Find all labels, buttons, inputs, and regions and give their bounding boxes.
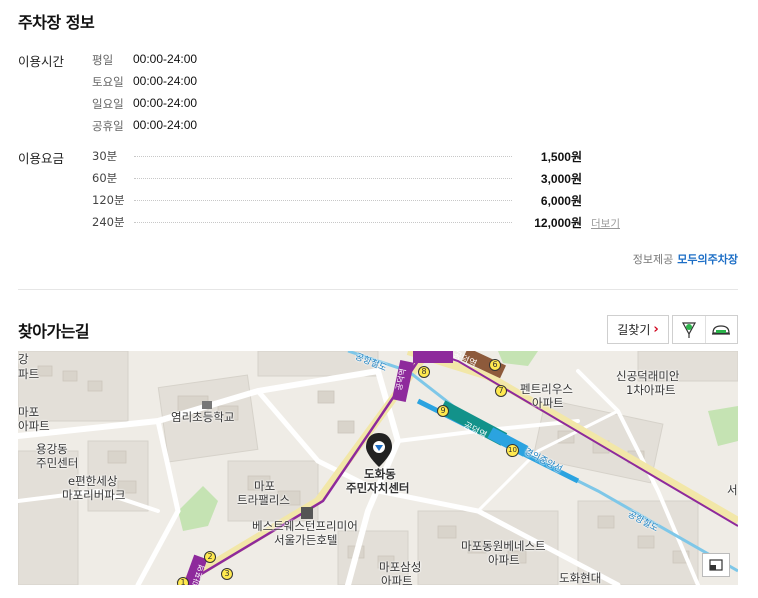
route-search-button[interactable]: 길찾기 › bbox=[607, 315, 669, 344]
map-place-label: 도화현대 bbox=[559, 571, 602, 585]
hours-day-weekday: 평일 bbox=[92, 53, 114, 67]
exit-number-badge: 10 bbox=[506, 444, 519, 457]
fee-row: 120분 6,000원 bbox=[92, 192, 582, 208]
map-place-label: 아파트 bbox=[381, 574, 413, 586]
exit-number-badge: 1 bbox=[177, 577, 189, 585]
map-place-label: e편한세상 bbox=[68, 474, 118, 488]
hours-time-saturday: 00:00-24:00 bbox=[133, 74, 198, 88]
fee-price: 12,000원 bbox=[534, 216, 582, 230]
map-place-label: 주민센터 bbox=[36, 456, 79, 470]
map-place-label: 마포 bbox=[18, 405, 40, 419]
fee-price: 6,000원 bbox=[540, 194, 582, 208]
parking-info-title: 주차장 정보 bbox=[18, 13, 95, 32]
location-map[interactable]: 2 3 1 6 7 8 9 10 공덕역 공덕역 공덕역 마포역 경의중앙선 공… bbox=[18, 351, 738, 585]
target-place-label: 주민자치센터 bbox=[346, 481, 410, 495]
map-place-label: 베스트웨스턴프리미어 bbox=[252, 519, 358, 533]
fee-row: 240분 12,000원 bbox=[92, 214, 582, 230]
map-place-label: 마포삼성 bbox=[379, 560, 422, 574]
provider-label: 정보제공 bbox=[632, 253, 674, 266]
fee-price: 1,500원 bbox=[540, 150, 582, 164]
parking-detail-panel: 주차장 정보 이용시간 평일 00:00-24:00 토요일 00:00-24:… bbox=[0, 0, 758, 598]
info-provider: 정보제공 모두의주차장 bbox=[633, 251, 738, 267]
map-place-label: 마포리버파크 bbox=[62, 488, 126, 502]
hours-day-holiday: 공휴일 bbox=[92, 119, 124, 133]
car-mode-button[interactable] bbox=[704, 316, 738, 343]
map-place-label: 아파트 bbox=[488, 553, 520, 567]
map-place-label: 1차아파트 bbox=[626, 383, 676, 397]
hours-time-sunday: 00:00-24:00 bbox=[133, 96, 198, 110]
fee-dotted-leader bbox=[134, 222, 512, 223]
chevron-right-icon: › bbox=[653, 322, 659, 337]
hours-label: 이용시간 bbox=[18, 54, 65, 69]
exit-number-badge: 9 bbox=[437, 405, 449, 417]
target-place-label: 도화동 bbox=[364, 467, 396, 481]
car-icon bbox=[712, 324, 731, 335]
fee-duration: 60분 bbox=[92, 171, 118, 185]
provider-link[interactable]: 모두의주차장 bbox=[677, 253, 738, 266]
fee-row: 30분 1,500원 bbox=[92, 148, 582, 164]
map-place-label: 파트 bbox=[18, 367, 40, 381]
map-place-label: 서울가든호텔 bbox=[274, 533, 338, 547]
fee-label: 이용요금 bbox=[18, 151, 65, 166]
exit-number-badge: 6 bbox=[489, 359, 501, 371]
hours-day-saturday: 토요일 bbox=[92, 75, 124, 89]
route-search-label: 길찾기 bbox=[617, 323, 651, 337]
map-place-label: 마포 bbox=[254, 479, 276, 493]
exit-number-badge: 2 bbox=[204, 551, 216, 563]
map-mode-toggle bbox=[672, 315, 738, 344]
fee-duration: 240분 bbox=[92, 215, 125, 229]
expand-icon bbox=[709, 559, 723, 571]
map-place-label: 강 bbox=[18, 352, 29, 366]
fee-dotted-leader bbox=[134, 156, 512, 157]
fee-dotted-leader bbox=[134, 178, 512, 179]
map-pin-icon bbox=[681, 321, 696, 338]
fee-dotted-leader bbox=[134, 200, 512, 201]
hours-day-sunday: 일요일 bbox=[92, 97, 124, 111]
fee-more-link[interactable]: 더보기 bbox=[591, 216, 620, 231]
fee-row: 60분 3,000원 bbox=[92, 170, 582, 186]
exit-number-badge: 8 bbox=[418, 366, 430, 378]
map-place-label: 아파트 bbox=[18, 419, 50, 433]
hours-time-holiday: 00:00-24:00 bbox=[133, 118, 198, 132]
fee-duration: 120분 bbox=[92, 193, 125, 207]
walk-mode-button[interactable] bbox=[673, 316, 705, 343]
map-place-label: 펜트리우스 bbox=[520, 382, 573, 396]
hours-time-weekday: 00:00-24:00 bbox=[133, 52, 198, 66]
exit-number-badge: 7 bbox=[495, 385, 507, 397]
fee-price: 3,000원 bbox=[540, 172, 582, 186]
map-place-label: 염리초등학교 bbox=[171, 410, 235, 424]
map-place-label: 용강동 bbox=[36, 442, 68, 456]
map-place-label: 아파트 bbox=[532, 396, 564, 410]
exit-number-badge: 3 bbox=[221, 568, 233, 580]
map-place-label: 신공덕래미안 bbox=[616, 369, 680, 383]
map-expand-button[interactable] bbox=[702, 553, 730, 577]
section-divider bbox=[18, 289, 738, 290]
map-place-label: 트라팰리스 bbox=[237, 493, 290, 507]
map-place-label: 서 bbox=[727, 483, 738, 497]
fee-duration: 30분 bbox=[92, 149, 118, 163]
directions-title: 찾아가는길 bbox=[18, 322, 90, 341]
map-place-label: 마포동원베네스트 bbox=[461, 539, 546, 553]
